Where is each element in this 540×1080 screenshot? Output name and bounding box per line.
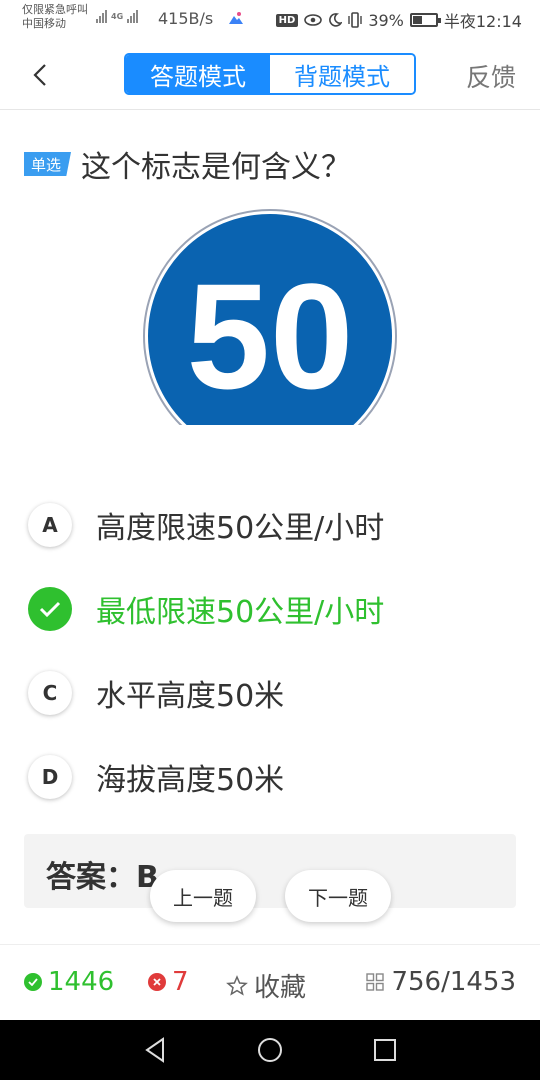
network-speed: 415B/s: [158, 9, 214, 28]
signal-icon-2: [127, 9, 139, 23]
status-bar: 仅限紧急呼叫 中国移动 4G 415B/s HD 39% 半夜12:14: [0, 0, 540, 40]
back-triangle-icon[interactable]: [140, 1035, 170, 1065]
eye-icon: [304, 14, 323, 26]
moon-icon: [329, 13, 343, 27]
bottom-bar: 1446 7 收藏 756/1453: [0, 944, 540, 1020]
option-letter: D: [28, 755, 72, 799]
home-circle-icon[interactable]: [255, 1035, 285, 1065]
signal-icon: [96, 9, 107, 23]
check-circle-icon: [24, 973, 42, 991]
wrong-count-value: 7: [172, 967, 189, 997]
grid-icon: [366, 973, 385, 991]
next-question-button[interactable]: 下一题: [285, 870, 391, 922]
option-a[interactable]: A 高度限速50公里/小时: [28, 500, 384, 550]
progress-value: 756/1453: [391, 967, 516, 997]
option-letter: C: [28, 671, 72, 715]
tab-answer-mode[interactable]: 答题模式: [126, 55, 270, 93]
option-d[interactable]: D 海拔高度50米: [28, 752, 284, 802]
question-progress[interactable]: 756/1453: [365, 967, 516, 997]
option-text: 最低限速50公里/小时: [96, 595, 385, 630]
recents-square-icon[interactable]: [370, 1035, 400, 1065]
gallery-icon: [229, 12, 243, 24]
status-right: HD 39% 半夜12:14: [275, 8, 522, 32]
question-type-badge: 单选: [24, 152, 72, 176]
hd-badge: HD: [275, 13, 299, 27]
clock: 半夜12:14: [443, 12, 522, 31]
signal-group: 4G: [96, 9, 139, 23]
carrier-info: 仅限紧急呼叫 中国移动: [22, 3, 88, 31]
option-text: 高度限速50公里/小时: [96, 511, 385, 546]
option-text: 水平高度50米: [96, 679, 285, 714]
option-text: 海拔高度50米: [96, 763, 285, 798]
answer-text: 答案：B: [46, 860, 159, 895]
mode-switch: 答题模式 背题模式: [124, 53, 416, 95]
carrier-line-1: 仅限紧急呼叫: [22, 3, 88, 16]
option-c[interactable]: C 水平高度50米: [28, 668, 284, 718]
favorite-button[interactable]: 收藏: [226, 967, 306, 1004]
question: 单选 这个标志是何含义？: [24, 142, 351, 186]
chevron-left-icon[interactable]: [28, 60, 52, 90]
vibrate-icon: [348, 12, 363, 28]
battery-percent: 39%: [368, 10, 404, 30]
tab-memorize-mode[interactable]: 背题模式: [270, 55, 414, 93]
star-icon: [226, 974, 248, 996]
answer-box: 答案：B: [24, 834, 516, 908]
correct-count[interactable]: 1446: [24, 967, 114, 997]
battery-icon: [409, 13, 441, 27]
check-icon: [28, 587, 72, 631]
question-text: 这个标志是何含义？: [81, 150, 352, 185]
min-speed-sign-image: 50: [143, 209, 397, 464]
prev-question-button[interactable]: 上一题: [150, 870, 256, 922]
sign-number: 50: [187, 252, 354, 420]
header: 答题模式 背题模式 反馈: [0, 40, 540, 110]
battery-fill: [412, 16, 422, 24]
correct-count-value: 1446: [48, 967, 115, 997]
favorite-label: 收藏: [254, 973, 307, 1003]
option-b[interactable]: 最低限速50公里/小时: [28, 584, 384, 634]
feedback-button[interactable]: 反馈: [466, 58, 516, 94]
carrier-line-2: 中国移动: [22, 17, 66, 30]
x-circle-icon: [148, 973, 166, 991]
system-nav-bar: [0, 1020, 540, 1080]
net-type-label: 4G: [111, 11, 124, 21]
wrong-count[interactable]: 7: [148, 967, 189, 997]
option-letter: A: [28, 503, 72, 547]
